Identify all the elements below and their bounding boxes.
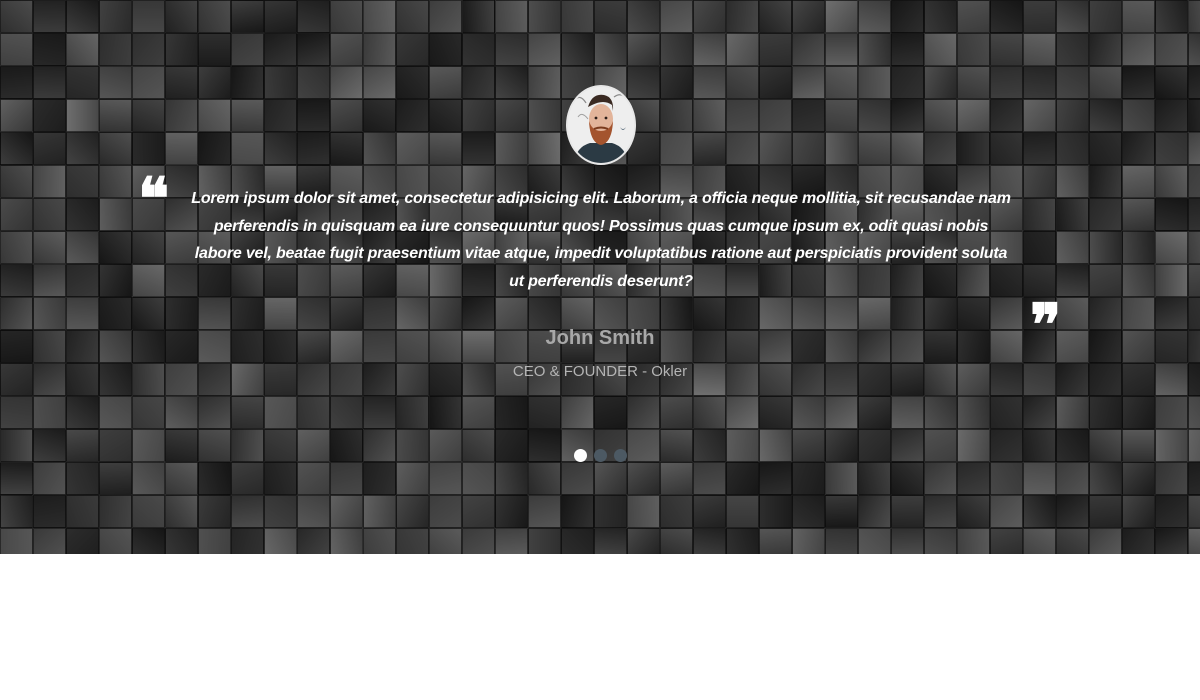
author-avatar xyxy=(566,85,636,165)
bearded-man-avatar-icon xyxy=(568,87,634,163)
close-quote-icon: ❞ xyxy=(1030,291,1062,359)
testimonial-quote: Lorem ipsum dolor sit amet, consectetur … xyxy=(191,190,1011,290)
carousel-dot-2[interactable] xyxy=(594,449,607,462)
carousel-pagination xyxy=(574,449,627,462)
carousel-dot-1[interactable] xyxy=(574,449,587,462)
testimonial-section: ❝ Lorem ipsum dolor sit amet, consectetu… xyxy=(0,0,1200,554)
author-role: CEO & FOUNDER - Okler xyxy=(512,363,688,380)
open-quote-icon: ❝ xyxy=(138,165,170,233)
page-blank-area xyxy=(0,554,1200,700)
carousel-dot-3[interactable] xyxy=(614,449,627,462)
author-name: John Smith xyxy=(545,327,655,349)
